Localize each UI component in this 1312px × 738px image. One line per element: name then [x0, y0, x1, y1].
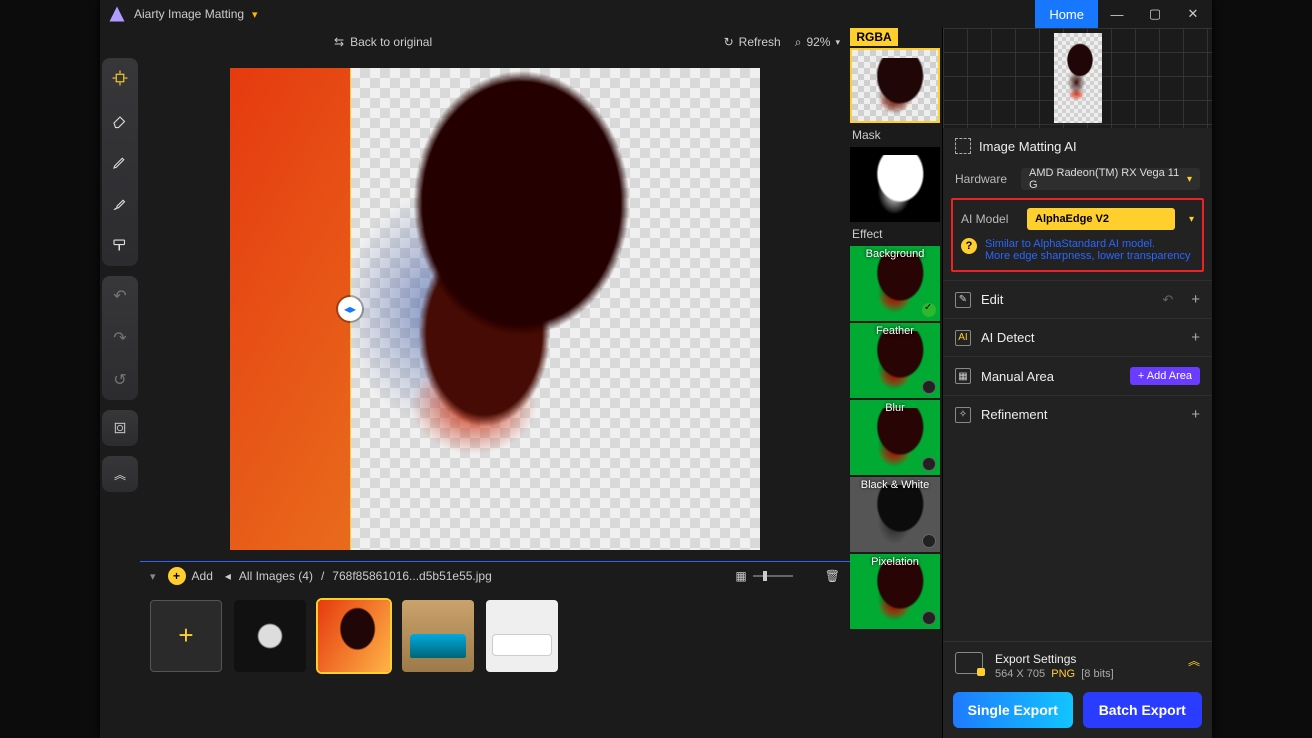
export-format: PNG [1051, 668, 1075, 680]
back-to-original-button[interactable]: ⇆ Back to original [334, 35, 432, 49]
ai-model-value: AlphaEdge V2 [1035, 213, 1109, 225]
batch-export-button[interactable]: Batch Export [1083, 692, 1203, 728]
export-dimensions: 564 X 705 [995, 668, 1045, 680]
chevron-down-icon[interactable]: ▾ [1189, 214, 1194, 225]
add-area-button[interactable]: + Add Area [1130, 367, 1200, 385]
redo-icon[interactable]: ↷ [106, 324, 134, 352]
effect-thumb-feather[interactable]: Feather [850, 323, 940, 398]
effect-section-label: Effect [850, 224, 942, 244]
image-size-icon: ▦ [735, 569, 746, 583]
expand-up-icon[interactable]: ︽ [1188, 652, 1200, 669]
revert-icon[interactable]: ↺ [106, 366, 134, 394]
help-icon[interactable]: ? [961, 238, 977, 254]
manual-area-icon: ▦ [955, 368, 971, 384]
back-to-original-label: Back to original [350, 35, 432, 49]
close-button[interactable]: ✕ [1174, 0, 1212, 28]
matting-title: Image Matting AI [979, 139, 1077, 154]
zoom-icon: ⌕ [795, 35, 802, 50]
manual-area-section[interactable]: ▦ Manual Area + Add Area [943, 356, 1212, 395]
ai-detect-label: AI Detect [981, 330, 1181, 345]
compare-handle-icon[interactable]: ◂▸ [338, 297, 362, 321]
output-preview [943, 28, 1212, 128]
undo-icon[interactable]: ↶ [1162, 292, 1173, 308]
mask-thumb[interactable] [850, 147, 940, 222]
expand-icon[interactable]: + [1191, 406, 1200, 423]
crop-tool-icon[interactable] [106, 414, 134, 442]
refresh-button[interactable]: ↻ Refresh [724, 35, 781, 49]
hardware-label: Hardware [955, 172, 1013, 186]
refresh-icon: ↻ [724, 35, 734, 49]
footer-collapse-icon[interactable]: ▾ [150, 570, 156, 583]
export-settings[interactable]: Export Settings 564 X 705 PNG [8 bits] ︽ [943, 641, 1212, 684]
chevron-down-icon: ▾ [1187, 174, 1192, 185]
current-filename: 768f85861016...d5b51e55.jpg [332, 569, 492, 583]
eraser-tool-icon[interactable] [106, 106, 134, 134]
image-thumb[interactable] [486, 600, 558, 672]
plus-icon: + [1138, 370, 1147, 382]
ai-model-select[interactable]: AlphaEdge V2 [1027, 208, 1175, 230]
zoom-control[interactable]: ⌕ 92% ▾ [795, 35, 840, 50]
effect-thumb-pixel[interactable]: Pixelation [850, 554, 940, 629]
canvas-stage[interactable]: ◂▸ [140, 56, 850, 561]
hardware-select[interactable]: AMD Radeon(TM) RX Vega 11 G ▾ [1021, 168, 1200, 190]
manual-area-label: Manual Area [981, 369, 1120, 384]
pen-tool-icon[interactable] [106, 148, 134, 176]
add-label: Add [192, 569, 213, 583]
roller-tool-icon[interactable] [106, 232, 134, 260]
matting-icon [955, 138, 971, 154]
refresh-label: Refresh [739, 35, 781, 49]
left-toolbar: ↶ ↷ ↺ ︽ [100, 28, 140, 738]
app-title: Aiarty Image Matting [134, 7, 244, 21]
edit-icon: ✎ [955, 292, 971, 308]
rgba-thumb[interactable] [850, 48, 940, 123]
refinement-label: Refinement [981, 407, 1181, 422]
right-panel: Image Matting AI Hardware AMD Radeon(TM)… [942, 28, 1212, 738]
chevron-down-icon: ▾ [835, 37, 840, 48]
rgba-tab[interactable]: RGBA [850, 28, 898, 46]
app-title-chevron-icon[interactable]: ▾ [252, 8, 258, 21]
preview-strip: RGBA Mask Effect Background Feather Blur… [850, 28, 942, 738]
expand-icon[interactable]: + [1191, 329, 1200, 346]
move-tool-icon[interactable] [106, 64, 134, 92]
ai-detect-section[interactable]: AI AI Detect + [943, 318, 1212, 356]
effect-thumb-blur[interactable]: Blur [850, 400, 940, 475]
plus-circle-icon: + [168, 567, 186, 585]
ai-detect-icon: AI [955, 330, 971, 346]
add-image-tile[interactable]: + [150, 600, 222, 672]
add-images-button[interactable]: + Add [168, 567, 213, 585]
refinement-section[interactable]: ✧ Refinement + [943, 395, 1212, 433]
app-logo-icon [108, 5, 126, 23]
edit-section[interactable]: ✎ Edit ↶ + [943, 280, 1212, 318]
thumb-size-slider[interactable] [753, 575, 793, 577]
effect-thumb-background[interactable]: Background [850, 246, 940, 321]
ai-model-hint: Similar to AlphaStandard AI model. More … [985, 238, 1190, 262]
effect-thumb-bw[interactable]: Black & White [850, 477, 940, 552]
swap-icon: ⇆ [334, 35, 344, 49]
ai-model-highlight-box: AI Model AlphaEdge V2 ▾ ? Similar to Alp… [951, 198, 1204, 272]
expand-icon[interactable]: + [1191, 291, 1200, 308]
single-export-button[interactable]: Single Export [953, 692, 1073, 728]
refinement-icon: ✧ [955, 407, 971, 423]
all-images-label[interactable]: All Images (4) [239, 569, 313, 583]
trash-icon[interactable]: 🗑 [825, 569, 840, 583]
export-settings-label: Export Settings [995, 652, 1114, 666]
image-thumb[interactable] [318, 600, 390, 672]
export-bits: [8 bits] [1081, 668, 1113, 680]
edit-label: Edit [981, 292, 1152, 307]
maximize-button[interactable]: ▢ [1136, 0, 1174, 28]
image-thumb[interactable] [234, 600, 306, 672]
minimize-button[interactable]: — [1098, 0, 1136, 28]
monitor-icon [955, 652, 983, 674]
undo-icon[interactable]: ↶ [106, 282, 134, 310]
brush-tool-icon[interactable] [106, 190, 134, 218]
mask-section-label: Mask [850, 125, 942, 145]
hardware-value: AMD Radeon(TM) RX Vega 11 G [1029, 167, 1187, 191]
image-thumb[interactable] [402, 600, 474, 672]
collapse-toolbar-icon[interactable]: ︽ [106, 460, 134, 488]
ai-model-label: AI Model [961, 212, 1019, 226]
home-button[interactable]: Home [1035, 0, 1098, 28]
zoom-value: 92% [806, 35, 830, 49]
back-arrow-icon[interactable]: ◂ [225, 569, 231, 583]
